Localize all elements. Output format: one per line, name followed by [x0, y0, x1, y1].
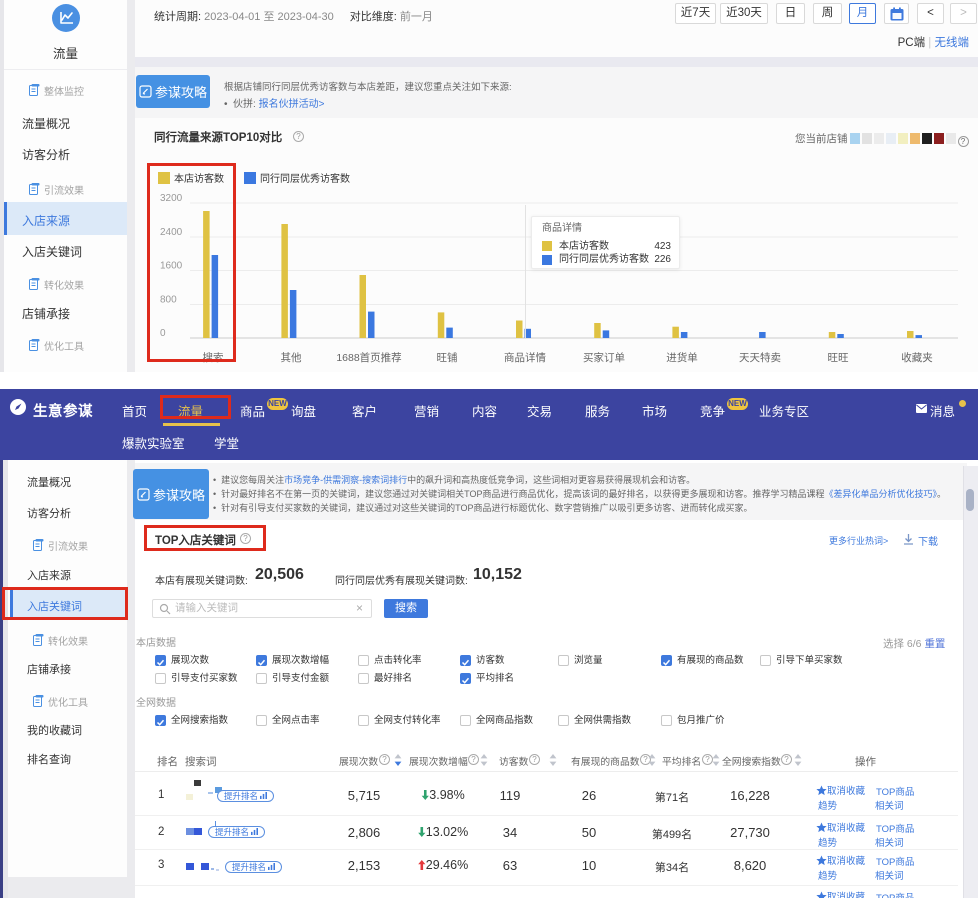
svg-text:同行同层优秀访客数: 同行同层优秀访客数 [260, 172, 350, 185]
svg-text:旺旺: 旺旺 [828, 352, 849, 364]
svg-text:收藏夹: 收藏夹 [901, 351, 933, 364]
svg-text:1688首页推荐: 1688首页推荐 [336, 351, 401, 364]
svg-text:其他: 其他 [281, 351, 302, 364]
svg-text:商品详情: 商品详情 [504, 351, 546, 364]
svg-text:买家订单: 买家订单 [583, 351, 625, 364]
svg-text:进货单: 进货单 [666, 351, 698, 364]
svg-text:旺铺: 旺铺 [437, 351, 458, 364]
svg-text:天天特卖: 天天特卖 [739, 352, 781, 364]
